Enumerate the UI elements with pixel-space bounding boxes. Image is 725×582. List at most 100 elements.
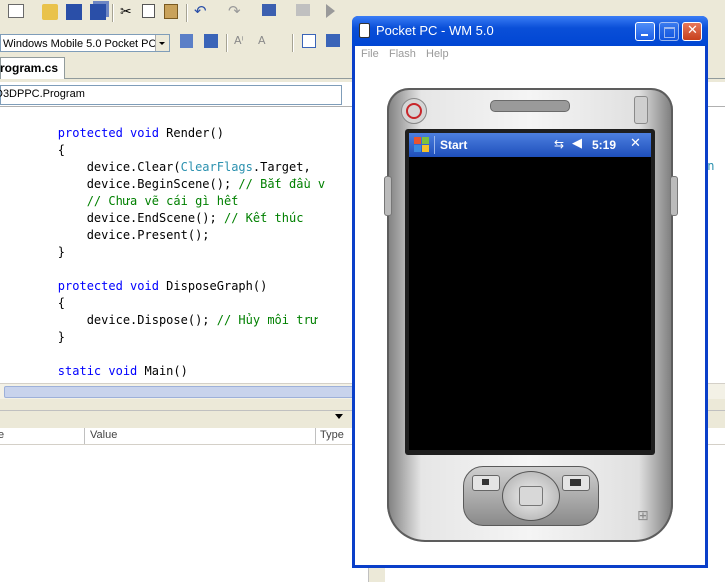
cut-icon[interactable]: ✂ [120,4,136,20]
code-text: Main() [144,364,188,378]
softkey-right-button[interactable] [562,475,590,491]
code-line[interactable]: static void Main() [0,363,325,380]
clock-time[interactable]: 5:19 [592,138,616,152]
stylus-slot [634,96,648,124]
navigate-backward-icon[interactable] [262,4,276,16]
ppc-close-icon[interactable]: ✕ [630,136,641,151]
code-line[interactable]: device.BeginScene(); // Bắt đầu v [0,176,325,193]
emulator-client: File Flash Help Start ⇆ ◀ 5:19 ✕ ⊞ [355,46,705,565]
scroll-thumb[interactable] [4,386,386,398]
code-line[interactable]: device.Clear(ClearFlags.Target, [0,159,325,176]
code-line[interactable]: { [0,295,325,312]
device-app-icon [359,23,370,38]
emulator-titlebar[interactable]: Pocket PC - WM 5.0 ✕ [352,16,708,46]
chevron-down-icon[interactable] [335,414,343,419]
col-divider [315,428,316,444]
class-view-icon[interactable] [326,34,340,47]
close-icon: ✕ [687,23,698,38]
toolbar-separator [112,4,114,22]
hardware-keypad [463,466,599,526]
code-line[interactable]: } [0,329,325,346]
code-comment: // Kết thúc [223,211,304,225]
side-button-left[interactable] [384,176,392,216]
layout-icon[interactable] [8,4,24,18]
keyboard-icon [570,479,581,486]
col-divider [84,428,85,444]
pocket-pc-device: Start ⇆ ◀ 5:19 ✕ ⊞ [384,88,678,542]
side-button-right[interactable] [670,176,678,216]
tab-program-cs[interactable]: Program.cs [0,57,66,79]
toolbar-separator [226,34,228,52]
open-file-icon[interactable] [42,4,58,20]
ppc-navigation-bar: Start ⇆ ◀ 5:19 ✕ [409,133,651,157]
connect-device-icon[interactable] [180,34,193,48]
code-text: device.Present(); [86,228,210,242]
code-text: .Target, [252,160,318,174]
start-divider [434,136,435,154]
code-text: device.Clear( [86,160,181,174]
menu-file[interactable]: File [361,48,379,60]
code-text: } [57,330,66,344]
code-comment: // Chưa vẽ cái gì hết [86,194,239,208]
minimize-button[interactable] [635,22,655,41]
navigate-forward-icon[interactable] [296,4,310,16]
col-name[interactable]: e [0,429,4,441]
code-line[interactable]: protected void DisposeGraph() [0,278,325,295]
device-options-icon[interactable] [204,34,218,48]
paste-icon[interactable] [164,4,178,19]
connectivity-icon[interactable]: ⇆ [554,137,564,151]
power-button[interactable] [401,98,427,124]
toolbar-separator [292,34,294,52]
code-line[interactable]: { [0,142,325,159]
code-line[interactable]: device.Present(); [0,227,325,244]
copy-icon[interactable] [142,4,155,18]
code-keyword: protected void [57,126,167,140]
start-debug-icon[interactable] [326,4,335,18]
code-line[interactable] [0,261,325,278]
start-label[interactable]: Start [440,138,467,152]
code-line[interactable] [0,346,325,363]
code-text: Render() [166,126,224,140]
chevron-down-icon[interactable] [155,35,169,51]
types-dropdown[interactable]: D3DPPC.Program [0,85,342,105]
maximize-button[interactable] [659,22,679,41]
code-text: device.EndScene(); [86,211,224,225]
dpad[interactable] [502,471,560,521]
code-line[interactable]: } [0,244,325,261]
properties-window-icon[interactable] [302,34,316,48]
emulator-title: Pocket PC - WM 5.0 [376,23,494,38]
screen-bezel: Start ⇆ ◀ 5:19 ✕ [405,129,655,455]
power-icon [406,103,422,119]
target-device-label: Windows Mobile 5.0 Pocket PC R2 [3,38,170,50]
code-text: } [57,245,66,259]
text-size-icon[interactable]: Aⁱ [234,34,250,50]
code-line[interactable]: device.Dispose(); // Hủy môi trư [0,312,325,329]
code-text: DisposeGraph() [166,279,268,293]
code-line[interactable]: // Chưa vẽ cái gì hết [0,193,325,210]
code-type: ClearFlags [180,160,253,174]
code-text: { [57,143,66,157]
contacts-icon [482,479,489,485]
softkey-left-button[interactable] [472,475,500,491]
redo-icon[interactable]: ↷ [228,4,244,20]
minimize-icon [641,34,648,36]
dpad-center-button[interactable] [519,486,543,506]
col-type[interactable]: Type [320,429,344,441]
menu-help[interactable]: Help [426,48,449,60]
undo-icon[interactable]: ↶ [194,4,210,20]
menu-flash[interactable]: Flash [389,48,416,60]
text-style-icon[interactable]: A [258,34,274,50]
save-all-icon[interactable] [90,4,106,20]
code-text[interactable]: protected void Render() { device.Clear(C… [0,125,325,380]
tab-label: Program.cs [0,61,59,75]
types-dropdown-label: D3DPPC.Program [0,88,85,100]
code-line[interactable]: device.EndScene(); // Kết thúc [0,210,325,227]
save-icon[interactable] [66,4,82,20]
volume-icon[interactable]: ◀ [572,136,582,151]
device-screen[interactable]: Start ⇆ ◀ 5:19 ✕ [409,133,651,450]
col-value[interactable]: Value [90,429,117,441]
target-device-combo[interactable]: Windows Mobile 5.0 Pocket PC R2 [0,34,170,52]
code-line[interactable]: protected void Render() [0,125,325,142]
close-button[interactable]: ✕ [682,22,702,41]
windows-start-icon[interactable] [414,137,430,153]
